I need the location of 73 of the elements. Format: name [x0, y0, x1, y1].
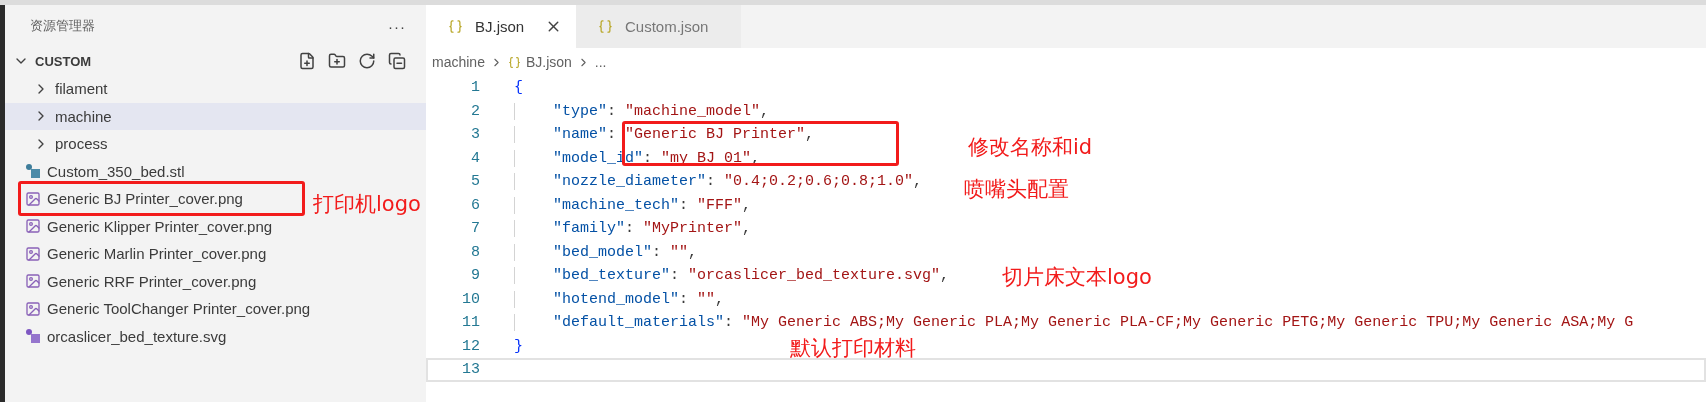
cube-file-icon: [25, 163, 41, 180]
code-text: }: [514, 337, 523, 355]
editor-tab[interactable]: Custom.json: [576, 5, 741, 48]
collapse-all-icon[interactable]: [388, 52, 406, 70]
code-text: "type": "machine_model",: [514, 102, 770, 120]
item-label: Generic Klipper Printer_cover.png: [47, 217, 273, 235]
item-label: machine: [55, 107, 112, 125]
item-label: Generic RRF Printer_cover.png: [47, 272, 257, 290]
item-label: Custom_350_bed.stl: [47, 162, 185, 180]
item-label: Generic ToolChanger Printer_cover.png: [47, 300, 311, 318]
code-text: "bed_model": "",: [514, 243, 698, 261]
line-number: 12: [461, 337, 481, 355]
breadcrumb-item[interactable]: ...: [594, 54, 607, 70]
folder-name[interactable]: CUSTOM: [35, 53, 292, 69]
code-text: "bed_texture": "orcaslicer_bed_texture.svg",: [514, 267, 950, 285]
file-item[interactable]: Generic BJ Printer_cover.png: [5, 185, 249, 213]
line-number: 6: [470, 196, 481, 214]
file-item[interactable]: Generic Klipper Printer_cover.png: [5, 212, 279, 240]
item-label: process: [55, 135, 108, 153]
breadcrumb-item[interactable]: BJ.json: [525, 54, 572, 70]
sidebar-title: 资源管理器: [30, 17, 95, 35]
shapes-file-icon: [25, 328, 41, 345]
line-number: 11: [461, 314, 481, 332]
code-text: "nozzle_diameter": "0.4;0.2;0.6;0.8;1.0",: [514, 173, 923, 191]
line-number: 13: [461, 361, 481, 379]
refresh-icon[interactable]: [358, 52, 376, 70]
line-number: 8: [470, 243, 481, 261]
line-number: 1: [470, 79, 481, 97]
file-item[interactable]: Generic ToolChanger Printer_cover.png: [5, 295, 317, 323]
code-text: "default_materials": "My Generic ABS;My Generic PLA;My Generic PLA-CF;My Generic PETG;My Generic TPU;My Generic ASA;My G: [514, 314, 1634, 332]
code-text: "name": "Generic BJ Printer",: [514, 126, 815, 144]
item-label: Generic BJ Printer_cover.png: [47, 190, 243, 208]
tab-label: Custom.json: [625, 18, 710, 35]
file-item[interactable]: Generic RRF Printer_cover.png: [5, 267, 263, 295]
image-file-icon: [25, 218, 41, 235]
line-number: 7: [470, 220, 481, 238]
folder-item[interactable]: process: [5, 130, 114, 158]
image-file-icon: [25, 190, 41, 207]
line-number: 10: [461, 290, 481, 308]
line-number: 3: [470, 126, 481, 144]
braces-icon: [598, 19, 613, 34]
folder-item[interactable]: machine: [5, 102, 426, 130]
code-text: "family": "MyPrinter",: [514, 220, 752, 238]
new-folder-icon[interactable]: [328, 52, 346, 70]
item-label: Generic Marlin Printer_cover.png: [47, 245, 267, 263]
folder-item[interactable]: filament: [5, 75, 114, 103]
editor-tab[interactable]: BJ.json: [426, 5, 576, 48]
file-item[interactable]: Generic Marlin Printer_cover.png: [5, 240, 273, 268]
line-number: 5: [470, 173, 481, 191]
annotation-note: 喷嘴头配置: [964, 176, 1069, 203]
item-label: filament: [55, 80, 108, 98]
file-item[interactable]: Custom_350_bed.stl: [5, 157, 191, 185]
tab-label: BJ.json: [475, 18, 526, 35]
breadcrumb-item[interactable]: machine: [432, 54, 485, 70]
image-file-icon: [25, 245, 41, 262]
code-text: "machine_tech": "FFF",: [514, 196, 752, 214]
file-item[interactable]: orcaslicer_bed_texture.svg: [5, 322, 233, 350]
braces-icon: [507, 55, 521, 69]
braces-icon: [448, 19, 463, 34]
line-number: 2: [470, 102, 481, 120]
line-number: 4: [470, 149, 481, 167]
annotation-note: 修改名称和id: [968, 134, 1093, 161]
code-text: "hotend_model": "",: [514, 290, 725, 308]
code-text: {: [514, 79, 523, 97]
line-number: 9: [470, 267, 481, 285]
image-file-icon: [25, 273, 41, 290]
new-file-icon[interactable]: [298, 52, 316, 70]
annotation-note: 打印机logo: [313, 191, 421, 218]
item-label: orcaslicer_bed_texture.svg: [47, 327, 227, 345]
more-actions-button[interactable]: ···: [388, 17, 406, 35]
image-file-icon: [25, 300, 41, 317]
annotation-note: 切片床文本logo: [1002, 264, 1152, 291]
annotation-note: 默认打印材料: [790, 335, 916, 362]
